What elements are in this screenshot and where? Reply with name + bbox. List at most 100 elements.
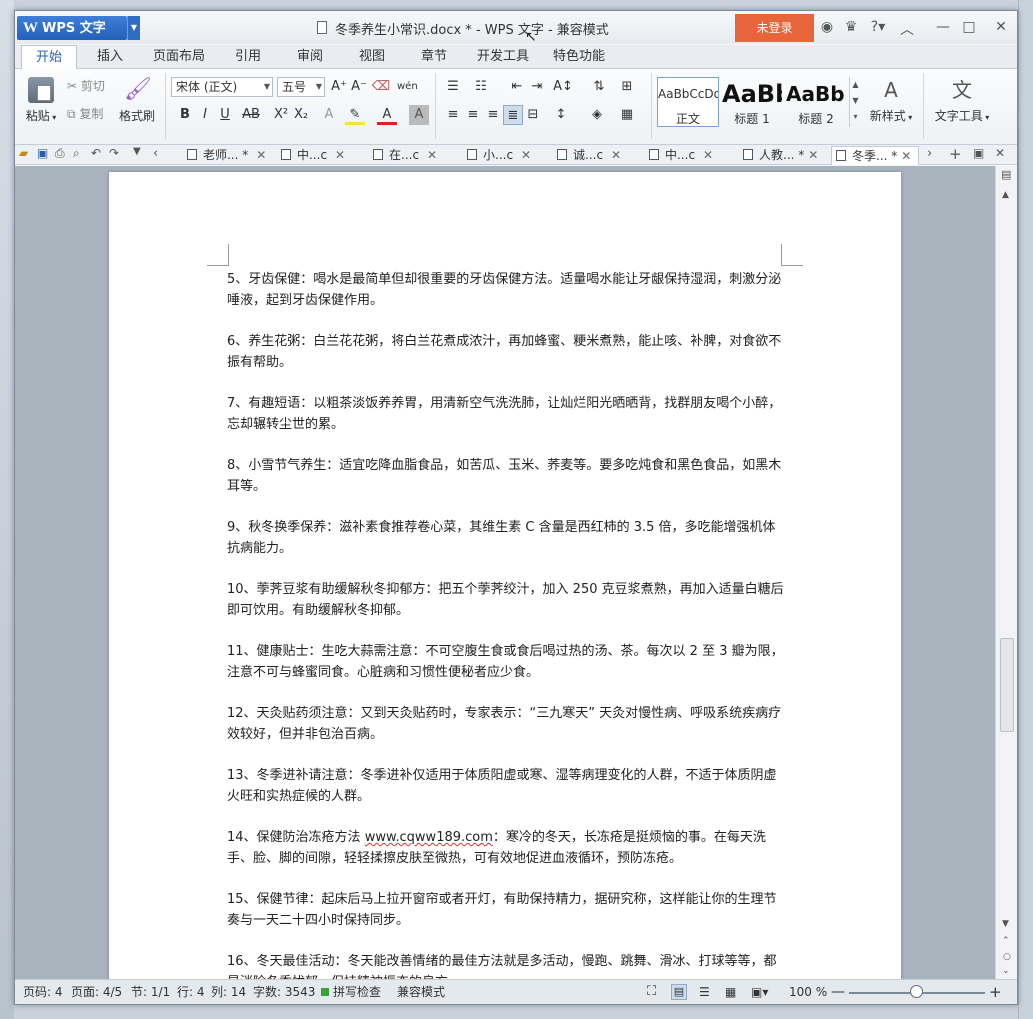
char-shading-icon[interactable]: A bbox=[409, 105, 429, 125]
help-center-icon[interactable]: ◉ bbox=[817, 19, 837, 35]
skin-icon[interactable]: ♛ bbox=[841, 19, 861, 35]
font-color-icon[interactable]: A bbox=[377, 105, 397, 125]
tab-developer[interactable]: 开发工具 bbox=[471, 45, 535, 69]
next-page-icon[interactable]: ⌄ bbox=[1002, 966, 1010, 976]
help-icon[interactable]: ?▾ bbox=[865, 19, 891, 35]
tab-special-features[interactable]: 特色功能 bbox=[547, 45, 611, 69]
outline-view-icon[interactable]: ☰ bbox=[699, 980, 710, 1004]
bullet-list-icon[interactable]: ☰ bbox=[443, 77, 463, 97]
format-painter-button[interactable]: 🖌 格式刷 bbox=[117, 77, 157, 124]
font-name-select[interactable]: 宋体 (正文) ▼ bbox=[171, 77, 273, 97]
text-tools-button[interactable]: 文 文字工具 ▾ bbox=[929, 77, 995, 124]
scroll-down-icon[interactable]: ▼ bbox=[1002, 919, 1009, 929]
close-tab-icon[interactable]: ✕ bbox=[703, 148, 713, 162]
styles-scroll-icon[interactable]: ▲ ▼ ▾ bbox=[849, 77, 861, 127]
full-screen-icon[interactable]: ⛶ bbox=[647, 980, 656, 1004]
close-tab-icon[interactable]: ✕ bbox=[521, 148, 531, 162]
numbered-list-icon[interactable]: ☷ bbox=[471, 77, 491, 97]
scroll-up-icon[interactable]: ▲ bbox=[1002, 190, 1009, 200]
bold-icon[interactable]: B bbox=[175, 105, 195, 125]
reading-view-icon[interactable]: ▣▾ bbox=[751, 980, 768, 1004]
tab-insert[interactable]: 插入 bbox=[85, 45, 135, 69]
zoom-out-icon[interactable]: — bbox=[831, 980, 845, 1004]
highlight-icon[interactable]: ✎ bbox=[345, 105, 365, 125]
clear-format-icon[interactable]: ⌫ bbox=[371, 77, 391, 97]
customize-toolbar-icon[interactable]: ▼ bbox=[133, 146, 141, 157]
page-view-icon[interactable]: ▤ bbox=[671, 984, 687, 1000]
save-icon[interactable]: ▣ bbox=[37, 146, 48, 160]
wps-menu-dropdown-icon[interactable]: ▼ bbox=[127, 16, 140, 40]
copy-button[interactable]: ⧉ 复制 bbox=[67, 105, 103, 122]
status-word-count[interactable]: 字数: 3543 bbox=[253, 980, 315, 1004]
style-normal[interactable]: AaBbCcDd 正文 bbox=[657, 77, 719, 127]
phonetic-guide-icon[interactable]: wén bbox=[397, 77, 418, 97]
wps-menu-button[interactable]: W WPS 文字 bbox=[17, 16, 127, 40]
vertical-scrollbar[interactable]: ▤ ▲ ▼ ⌃ ○ ⌄ bbox=[995, 166, 1017, 979]
style-heading-1[interactable]: AaBb 标题 1 bbox=[721, 77, 783, 127]
doc-tab[interactable]: 老师... * ✕ bbox=[187, 146, 266, 165]
decrease-indent-icon[interactable]: ⇤ bbox=[507, 77, 527, 97]
shrink-font-icon[interactable]: A⁻ bbox=[349, 77, 369, 97]
close-tab-icon[interactable]: ✕ bbox=[427, 148, 437, 162]
shading-icon[interactable]: ◈ bbox=[587, 105, 607, 125]
undo-icon[interactable]: ↶ bbox=[91, 146, 101, 160]
tab-references[interactable]: 引用 bbox=[223, 45, 273, 69]
redo-icon[interactable]: ↷ bbox=[109, 146, 119, 160]
doc-tab[interactable]: 中...c ✕ bbox=[649, 146, 713, 165]
close-all-icon[interactable]: ✕ bbox=[995, 146, 1005, 160]
doc-tab[interactable]: 人教... * ✕ bbox=[743, 146, 818, 165]
italic-icon[interactable]: I bbox=[195, 105, 215, 125]
zoom-level[interactable]: 100 % bbox=[789, 980, 827, 1004]
document-content[interactable]: 5、牙齿保健：喝水是最简单但却很重要的牙齿保健方法。适量喝水能让牙龈保持湿润，刺… bbox=[227, 269, 787, 979]
doc-tab[interactable]: 在...c ✕ bbox=[373, 146, 437, 165]
doc-tab[interactable]: 小...c ✕ bbox=[467, 146, 531, 165]
close-tab-icon[interactable]: ✕ bbox=[335, 148, 345, 162]
text-direction-icon[interactable]: A↕ bbox=[553, 77, 573, 97]
close-tab-icon[interactable]: ✕ bbox=[256, 148, 266, 162]
previous-page-icon[interactable]: ⌃ bbox=[1002, 936, 1010, 946]
close-tab-icon[interactable]: ✕ bbox=[611, 148, 621, 162]
misspelled-url[interactable]: www.cqww189.com bbox=[365, 830, 493, 845]
cut-button[interactable]: ✂ 剪切 bbox=[67, 77, 105, 94]
tab-list-icon[interactable]: ▣ bbox=[973, 146, 984, 160]
collapse-ribbon-icon[interactable]: ︿ bbox=[897, 19, 917, 39]
open-icon[interactable]: ▰ bbox=[19, 146, 28, 160]
spell-check-button[interactable]: 拼写检查 bbox=[333, 980, 381, 1004]
doc-tab-active[interactable]: 冬季... * ✕ bbox=[831, 146, 919, 165]
document-page[interactable]: 5、牙齿保健：喝水是最简单但却很重要的牙齿保健方法。适量喝水能让牙龈保持湿润，刺… bbox=[109, 172, 901, 979]
align-left-icon[interactable]: ≡ bbox=[443, 105, 463, 125]
minimize-icon[interactable]: — bbox=[933, 19, 953, 35]
strikethrough-icon[interactable]: AB bbox=[241, 105, 261, 125]
ruler-toggle-icon[interactable]: ▤ bbox=[1001, 168, 1011, 181]
underline-icon[interactable]: U bbox=[215, 105, 235, 125]
new-style-button[interactable]: A 新样式 ▾ bbox=[865, 77, 917, 124]
print-preview-icon[interactable]: ⌕ bbox=[73, 146, 80, 161]
tabs-scroll-left-icon[interactable]: ‹ bbox=[153, 146, 158, 161]
font-size-select[interactable]: 五号 ▼ bbox=[277, 77, 325, 97]
style-heading-2[interactable]: AaBb( 标题 2 bbox=[785, 77, 847, 127]
web-view-icon[interactable]: ▦ bbox=[725, 980, 736, 1004]
close-tab-icon[interactable]: ✕ bbox=[901, 149, 911, 163]
tab-view[interactable]: 视图 bbox=[347, 45, 397, 69]
login-button[interactable]: 未登录 bbox=[735, 14, 814, 42]
tabs-scroll-right-icon[interactable]: › bbox=[927, 146, 932, 161]
tab-page-layout[interactable]: 页面布局 bbox=[147, 45, 211, 69]
doc-tab[interactable]: 诚...c ✕ bbox=[557, 146, 621, 165]
new-tab-icon[interactable]: + bbox=[949, 145, 962, 163]
justify-icon[interactable]: ≣ bbox=[503, 105, 523, 125]
close-tab-icon[interactable]: ✕ bbox=[808, 148, 818, 162]
print-icon[interactable]: ⎙ bbox=[55, 146, 65, 161]
select-browse-object-icon[interactable]: ○ bbox=[1003, 952, 1011, 962]
zoom-in-icon[interactable]: + bbox=[989, 980, 1002, 1004]
zoom-slider-knob[interactable] bbox=[910, 985, 923, 998]
maximize-icon[interactable]: □ bbox=[959, 19, 979, 35]
text-effect-icon[interactable]: A bbox=[319, 105, 339, 125]
increase-indent-icon[interactable]: ⇥ bbox=[527, 77, 547, 97]
doc-tab[interactable]: 中...c ✕ bbox=[281, 146, 345, 165]
distribute-icon[interactable]: ⊟ bbox=[523, 105, 543, 125]
align-center-icon[interactable]: ≡ bbox=[463, 105, 483, 125]
table-border-icon[interactable]: ⊞ bbox=[617, 77, 637, 97]
close-icon[interactable]: ✕ bbox=[991, 19, 1011, 35]
sort-icon[interactable]: ⇅ bbox=[589, 77, 609, 97]
align-right-icon[interactable]: ≡ bbox=[483, 105, 503, 125]
